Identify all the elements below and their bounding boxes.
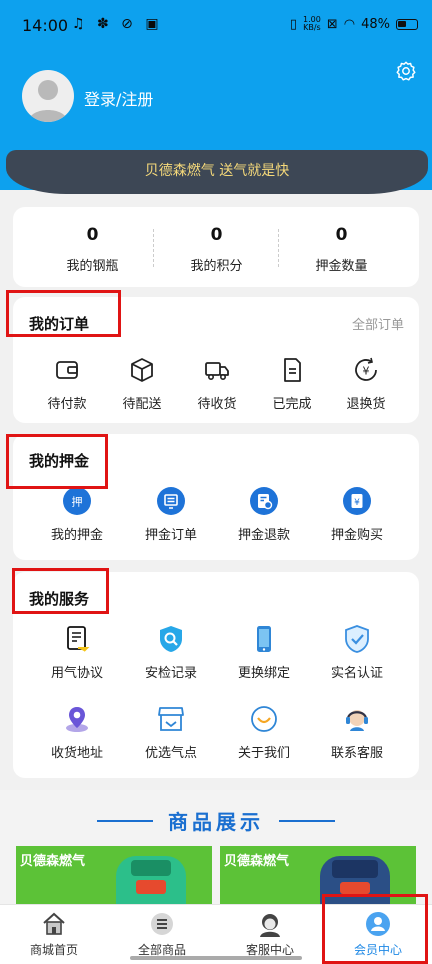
network-speed: 1.00 KB/s xyxy=(303,16,321,32)
service-item-contact[interactable]: 联系客服 xyxy=(312,704,402,761)
phone-icon xyxy=(257,626,271,652)
yen-receipt-icon: ¥ xyxy=(343,487,371,515)
nfc-icon: ⊠ xyxy=(326,16,338,32)
item-label: 实名认证 xyxy=(330,666,383,681)
order-list-icon xyxy=(157,487,185,515)
tab-customer-service[interactable]: 客服中心 xyxy=(216,911,324,958)
avatar[interactable] xyxy=(22,70,74,122)
service-item-gas-point[interactable]: 优选气点 xyxy=(126,704,216,761)
deposit-item-orders[interactable]: 押金订单 xyxy=(126,486,216,543)
item-label: 用气协议 xyxy=(50,666,103,681)
stat-label: 我的钢瓶 xyxy=(66,259,119,274)
product-card-label: 贝德森燃气 xyxy=(224,854,290,869)
store-icon xyxy=(158,707,184,731)
gear-icon[interactable] xyxy=(395,60,417,82)
stat-value: 0 xyxy=(210,225,223,245)
item-label: 收货地址 xyxy=(50,746,103,761)
item-label: 押金购买 xyxy=(330,528,383,543)
service-item-real-name[interactable]: 实名认证 xyxy=(312,624,402,681)
item-label: 押金订单 xyxy=(144,528,197,543)
item-label: 我的押金 xyxy=(50,528,103,543)
service-item-address[interactable]: 收货地址 xyxy=(32,704,122,761)
service-item-agreement[interactable]: 用气协议 xyxy=(32,624,122,681)
item-label: 关于我们 xyxy=(237,746,290,761)
stat-label: 我的积分 xyxy=(190,259,243,274)
highlight-box-services xyxy=(12,568,109,614)
highlight-box-member-tab xyxy=(322,894,428,964)
service-item-inspection[interactable]: 安检记录 xyxy=(126,624,216,681)
vibrate-icon: ▯ xyxy=(289,16,298,32)
agent-icon xyxy=(260,914,280,937)
highlight-box-deposit xyxy=(6,434,108,489)
speed-unit: KB/s xyxy=(303,23,321,32)
all-orders-link[interactable]: 全部订单 xyxy=(352,314,404,333)
deposit-icon: 押 xyxy=(63,487,91,515)
stat-value: 0 xyxy=(335,225,348,245)
item-label: 优选气点 xyxy=(144,746,197,761)
wallet-icon xyxy=(56,361,78,379)
product-card-label: 贝德森燃气 xyxy=(20,854,86,869)
refund-icon: ¥ xyxy=(355,357,377,381)
item-label: 押金退款 xyxy=(237,528,290,543)
stat-points[interactable]: 0 我的积分 xyxy=(149,225,284,274)
order-item-returns[interactable]: ¥ 退换货 xyxy=(321,355,411,412)
item-label: 安检记录 xyxy=(144,666,197,681)
service-item-rebind[interactable]: 更换绑定 xyxy=(219,624,309,681)
stat-deposit-count[interactable]: 0 押金数量 xyxy=(274,225,409,274)
tab-label: 商城首页 xyxy=(29,943,78,957)
document-icon xyxy=(284,358,301,382)
notification-icons: ♫ ✽ ⊘ ▣ xyxy=(72,16,163,32)
stats-card: 0 我的钢瓶 0 我的积分 0 押金数量 xyxy=(13,207,419,287)
highlight-box-orders xyxy=(6,290,121,337)
status-bar: 14:00 ♫ ✽ ⊘ ▣ ▯ 1.00 KB/s ⊠ ◠ 48% xyxy=(0,0,432,50)
battery-percent: 48% xyxy=(361,16,390,32)
wifi-icon: ◠ xyxy=(343,16,356,32)
deposit-item-purchase[interactable]: ¥ 押金购买 xyxy=(312,486,402,543)
battery-icon xyxy=(396,18,418,30)
svg-text:¥: ¥ xyxy=(354,498,360,508)
location-icon xyxy=(66,707,88,732)
headset-icon xyxy=(346,710,368,731)
truck-icon xyxy=(205,362,229,380)
package-icon xyxy=(131,358,153,382)
title-line-right xyxy=(279,820,335,822)
item-label: 更换绑定 xyxy=(237,666,290,681)
service-item-about[interactable]: 关于我们 xyxy=(219,704,309,761)
status-time: 14:00 xyxy=(22,16,69,35)
inspection-icon xyxy=(160,626,182,652)
deposit-item-my-deposit[interactable]: 押 我的押金 xyxy=(32,486,122,543)
shield-check-icon xyxy=(345,625,369,653)
product-section-title: 商品展示 xyxy=(168,810,264,834)
agreement-icon xyxy=(67,626,90,652)
stat-label: 押金数量 xyxy=(315,259,368,274)
status-right: ▯ 1.00 KB/s ⊠ ◠ 48% xyxy=(290,16,418,32)
stat-value: 0 xyxy=(86,225,99,245)
stat-cylinders[interactable]: 0 我的钢瓶 xyxy=(25,225,160,274)
login-register-link[interactable]: 登录/注册 xyxy=(84,86,153,110)
svg-text:¥: ¥ xyxy=(363,365,370,378)
svg-text:押: 押 xyxy=(72,495,83,509)
tab-all-products[interactable]: 全部商品 xyxy=(108,911,216,958)
item-label: 联系客服 xyxy=(330,746,383,761)
smile-icon xyxy=(251,706,277,732)
list-icon xyxy=(151,913,173,935)
home-icon xyxy=(43,912,65,935)
item-label: 退换货 xyxy=(346,397,386,412)
refund-doc-icon xyxy=(250,487,278,515)
promo-banner: 贝德森燃气 送气就是快 xyxy=(6,150,428,194)
deposit-item-refund[interactable]: 押金退款 xyxy=(219,486,309,543)
home-indicator[interactable] xyxy=(130,956,302,960)
tab-mall-home[interactable]: 商城首页 xyxy=(0,911,108,958)
banner-text: 贝德森燃气 送气就是快 xyxy=(144,163,290,179)
